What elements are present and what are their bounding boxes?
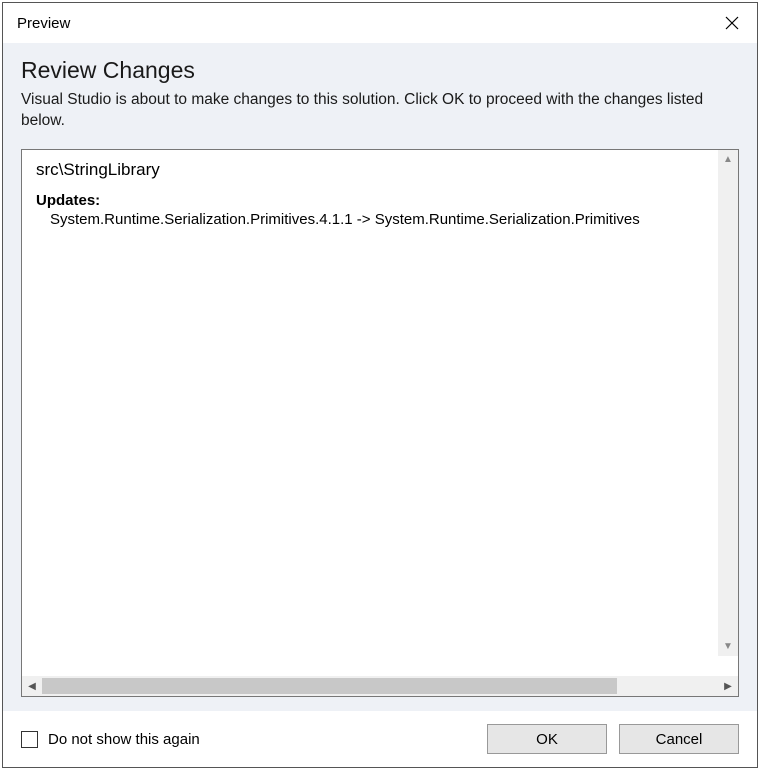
ok-button[interactable]: OK	[487, 724, 607, 754]
window-title: Preview	[17, 15, 70, 32]
header-area: Review Changes Visual Studio is about to…	[3, 43, 757, 149]
header-description: Visual Studio is about to make changes t…	[21, 90, 739, 132]
close-button[interactable]	[707, 3, 757, 43]
changes-panel: src\StringLibrary Updates: System.Runtim…	[21, 149, 739, 697]
close-icon	[725, 16, 739, 30]
hscroll-track[interactable]	[42, 676, 718, 696]
vertical-scrollbar[interactable]: ▲ ▼	[718, 150, 738, 656]
header-title: Review Changes	[21, 57, 739, 84]
scroll-right-icon: ▶	[718, 676, 738, 696]
cancel-button[interactable]: Cancel	[619, 724, 739, 754]
horizontal-scrollbar[interactable]: ◀ ▶	[22, 676, 738, 696]
changes-content[interactable]: src\StringLibrary Updates: System.Runtim…	[22, 150, 738, 676]
do-not-show-label: Do not show this again	[48, 731, 200, 748]
project-name: src\StringLibrary	[36, 160, 732, 180]
titlebar: Preview	[3, 3, 757, 43]
button-group: OK Cancel	[487, 724, 739, 754]
updates-label: Updates:	[36, 192, 732, 209]
content-wrap: src\StringLibrary Updates: System.Runtim…	[3, 149, 757, 711]
do-not-show-checkbox[interactable]	[21, 731, 38, 748]
update-entry: System.Runtime.Serialization.Primitives.…	[50, 211, 732, 228]
hscroll-thumb[interactable]	[42, 678, 617, 694]
scroll-left-icon: ◀	[22, 676, 42, 696]
scroll-down-icon: ▼	[718, 636, 738, 656]
scroll-up-icon: ▲	[718, 150, 738, 170]
do-not-show-wrap[interactable]: Do not show this again	[21, 731, 200, 748]
preview-dialog: Preview Review Changes Visual Studio is …	[2, 2, 758, 768]
footer: Do not show this again OK Cancel	[3, 711, 757, 767]
